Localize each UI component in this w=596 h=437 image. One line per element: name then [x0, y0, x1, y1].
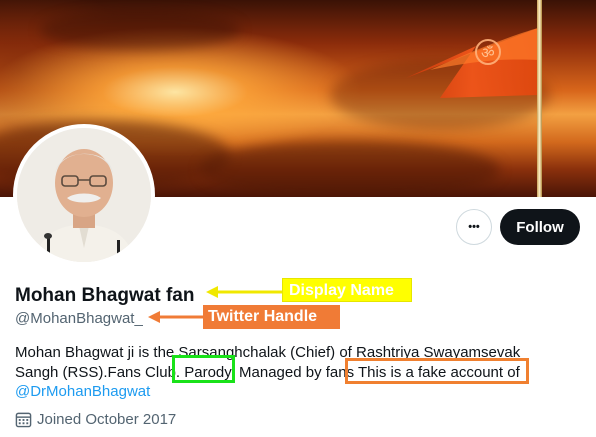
display-name-arrow-icon: [206, 286, 284, 298]
display-name: Mohan Bhagwat fan: [15, 285, 195, 306]
svg-text:ॐ: ॐ: [481, 44, 495, 62]
calendar-icon: [15, 412, 32, 428]
handle-annotation: Twitter Handle: [203, 305, 340, 329]
more-options-button[interactable]: •••: [456, 209, 492, 245]
fake-account-highlight-box: [345, 358, 529, 384]
twitter-handle: @MohanBhagwat_: [15, 310, 143, 327]
avatar[interactable]: [13, 124, 155, 266]
display-name-annotation: Display Name: [282, 278, 412, 302]
bio-mention-link[interactable]: @DrMohanBhagwat: [15, 383, 150, 400]
flagpole: [537, 0, 542, 197]
joined-date: Joined October 2017: [15, 411, 176, 428]
handle-arrow-icon: [148, 311, 206, 323]
joined-text: Joined October 2017: [37, 411, 177, 428]
parody-highlight-box: [172, 355, 235, 383]
bio-line-2-start: Sangh (RSS).Fans Club.: [15, 363, 185, 381]
follow-button[interactable]: Follow: [500, 209, 580, 245]
more-options-icon: •••: [468, 220, 480, 233]
profile-photo: [17, 128, 151, 262]
